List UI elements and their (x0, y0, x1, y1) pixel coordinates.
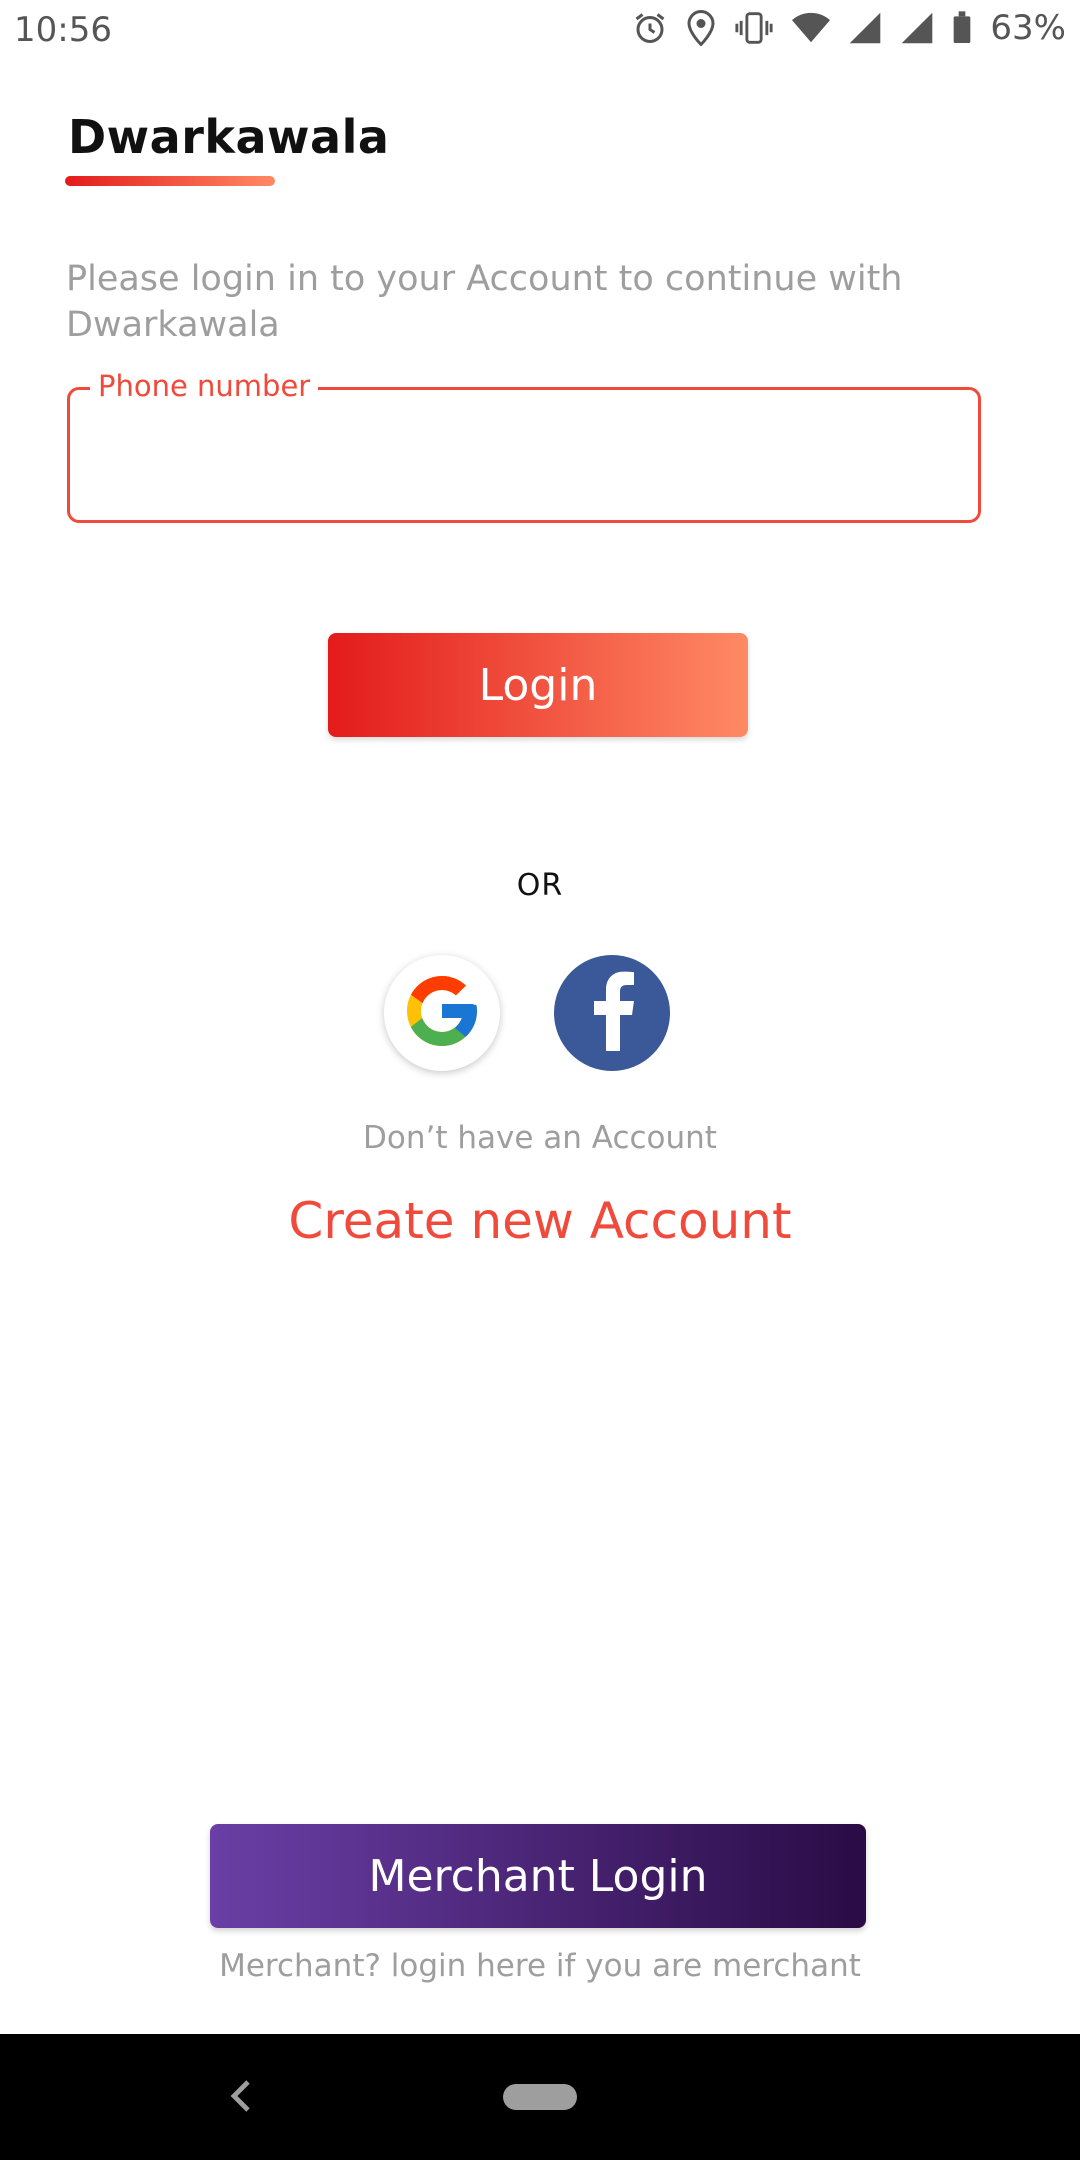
battery-icon (952, 11, 972, 45)
status-icons: 63% (632, 8, 1066, 48)
merchant-hint-text: Merchant? login here if you are merchant (219, 1948, 861, 1984)
home-pill-icon[interactable] (503, 2084, 577, 2110)
create-account-link[interactable]: Create new Account (0, 1192, 1080, 1250)
google-icon (400, 969, 484, 1057)
phone-number-input[interactable] (92, 418, 956, 500)
login-button[interactable]: Login (328, 633, 748, 737)
wifi-icon (792, 11, 831, 45)
signal-icon (900, 11, 934, 45)
intro-text: Please login in to your Account to conti… (66, 259, 903, 345)
google-login-button[interactable] (384, 955, 500, 1071)
vibrate-icon (734, 10, 774, 46)
status-bar: 10:56 63% (0, 0, 1080, 64)
facebook-login-button[interactable] (554, 955, 670, 1071)
no-account-text: Don’t have an Account (363, 1120, 717, 1156)
alarm-icon (632, 10, 668, 46)
signal-icon (848, 11, 882, 45)
phone-number-label: Phone number (90, 368, 319, 404)
status-time: 10:56 (14, 10, 112, 50)
brand-underline (65, 176, 275, 186)
or-divider: OR (516, 868, 564, 903)
back-icon[interactable] (222, 2076, 262, 2116)
merchant-login-button[interactable]: Merchant Login (210, 1824, 866, 1928)
brand-title: Dwarkawala (68, 110, 390, 164)
location-icon (686, 10, 716, 46)
phone-number-field[interactable]: Phone number (67, 368, 981, 523)
navigation-bar (0, 2034, 1080, 2160)
facebook-icon (584, 971, 640, 1055)
battery-percent: 63% (990, 8, 1066, 48)
